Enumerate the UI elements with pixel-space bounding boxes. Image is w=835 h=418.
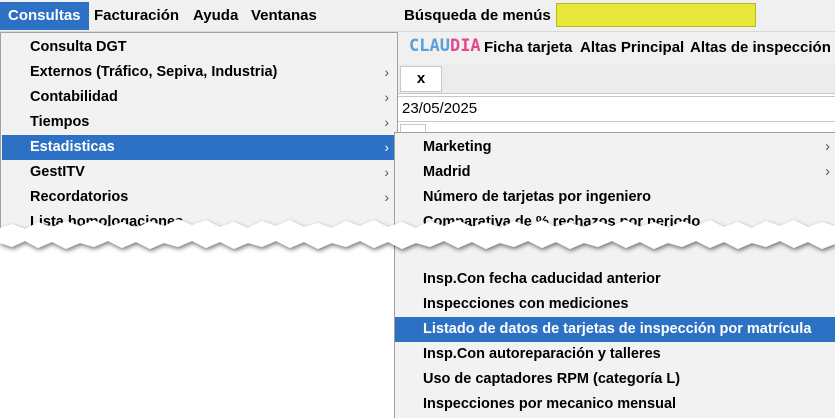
chevron-right-icon: › <box>384 114 389 130</box>
submenu-item-fecha-caducidad[interactable]: Insp.Con fecha caducidad anterior <box>395 267 835 292</box>
submenu-item-label: Marketing <box>423 139 492 155</box>
submenu-item-listado-por-matricula[interactable]: Listado de datos de tarjetas de inspecci… <box>395 317 835 342</box>
dropdown-item-contabilidad[interactable]: Contabilidad › <box>2 85 397 110</box>
submenu-item-marketing[interactable]: Marketing › <box>395 135 835 160</box>
chevron-right-icon: › <box>384 189 389 205</box>
submenu-item-autoreparacion-talleres[interactable]: Insp.Con autoreparación y talleres <box>395 342 835 367</box>
logo-text-blue: CLAU <box>409 36 450 56</box>
estadisticas-submenu: Marketing › Madrid › Número de tarjetas po… <box>394 132 835 418</box>
dropdown-item-recordatorios[interactable]: Recordatorios › <box>2 185 397 210</box>
dropdown-item-gestitv[interactable]: GestITV › <box>2 160 397 185</box>
dropdown-item-label: Contabilidad <box>30 89 118 105</box>
dropdown-item-tiempos[interactable]: Tiempos › <box>2 110 397 135</box>
dropdown-item-label: GestITV <box>30 164 85 180</box>
submenu-item-label: Comparativa de % rechazos por periodo <box>423 214 701 230</box>
submenu-item-label: Listado de datos de tarjetas de inspecci… <box>423 321 812 337</box>
consultas-dropdown: Consulta DGT Externos (Tráfico, Sepiva, … <box>0 32 398 232</box>
submenu-item-label: Inspecciones con mediciones <box>423 296 629 312</box>
menu-consultas[interactable]: Consultas <box>0 2 89 30</box>
chevron-right-icon: › <box>384 89 389 105</box>
submenu-item-comparativa-rechazos[interactable]: Comparativa de % rechazos por periodo <box>395 210 835 235</box>
submenu-item-tarjetas-por-ingeniero[interactable]: Número de tarjetas por ingeniero <box>395 185 835 210</box>
chevron-right-icon: › <box>384 64 389 80</box>
menu-facturacion[interactable]: Facturación <box>86 2 187 30</box>
toolbar-altas-inspeccion[interactable]: Altas de inspección <box>690 39 831 56</box>
dropdown-item-label: Tiempos <box>30 114 90 130</box>
submenu-item-captadores-rpm[interactable]: Uso de captadores RPM (categoría L) <box>395 367 835 392</box>
dropdown-item-label: Lista homologaciones <box>30 214 184 230</box>
small-field-box <box>400 124 426 132</box>
date-field: 23/05/2025 <box>402 100 478 117</box>
chevron-right-icon: › <box>825 139 830 155</box>
dropdown-item-consulta-dgt[interactable]: Consulta DGT <box>2 35 397 60</box>
tab-close-button[interactable]: x <box>400 66 442 92</box>
menu-ventanas[interactable]: Ventanas <box>243 2 325 30</box>
submenu-item-label: Inspecciones por mecanico mensual <box>423 396 677 412</box>
submenu-item-inspecciones-mediciones[interactable]: Inspecciones con mediciones <box>395 292 835 317</box>
menu-search-label: Búsqueda de menús <box>404 7 551 24</box>
submenu-item-mecanico-mensual[interactable]: Inspecciones por mecanico mensual <box>395 392 835 417</box>
dropdown-item-label: Externos (Tráfico, Sepiva, Industria) <box>30 64 278 80</box>
dropdown-item-label: Recordatorios <box>30 189 129 205</box>
submenu-item-label: Insp.Con fecha caducidad anterior <box>423 271 661 287</box>
menu-bar: Consultas Facturación Ayuda Ventanas Bús… <box>0 0 835 32</box>
toolbar-ficha-tarjeta[interactable]: Ficha tarjeta <box>484 39 572 56</box>
dropdown-item-lista-homologaciones[interactable]: Lista homologaciones <box>2 210 397 235</box>
claudia-logo: CLAUDIA <box>409 36 481 56</box>
submenu-item-label: Número de tarjetas por ingeniero <box>423 189 652 205</box>
menu-ayuda[interactable]: Ayuda <box>185 2 246 30</box>
logo-text-pink: DIA <box>449 36 481 56</box>
tab-strip <box>396 64 835 94</box>
toolbar-altas-principal[interactable]: Altas Principal <box>580 39 684 56</box>
chevron-right-icon: › <box>384 164 389 180</box>
submenu-item-label: Insp.Con autoreparación y talleres <box>423 346 661 362</box>
submenu-item-madrid[interactable]: Madrid › <box>395 160 835 185</box>
dropdown-item-estadisticas[interactable]: Estadisticas › <box>2 135 397 160</box>
dropdown-item-label: Consulta DGT <box>30 39 127 55</box>
submenu-item-label: Madrid <box>423 164 471 180</box>
chevron-right-icon: › <box>384 139 389 155</box>
submenu-item-label: Uso de captadores RPM (categoría L) <box>423 371 681 387</box>
dropdown-item-label: Estadisticas <box>30 139 115 155</box>
dropdown-item-externos[interactable]: Externos (Tráfico, Sepiva, Industria) › <box>2 60 397 85</box>
chevron-right-icon: › <box>825 164 830 180</box>
menu-search-input[interactable] <box>556 3 756 27</box>
